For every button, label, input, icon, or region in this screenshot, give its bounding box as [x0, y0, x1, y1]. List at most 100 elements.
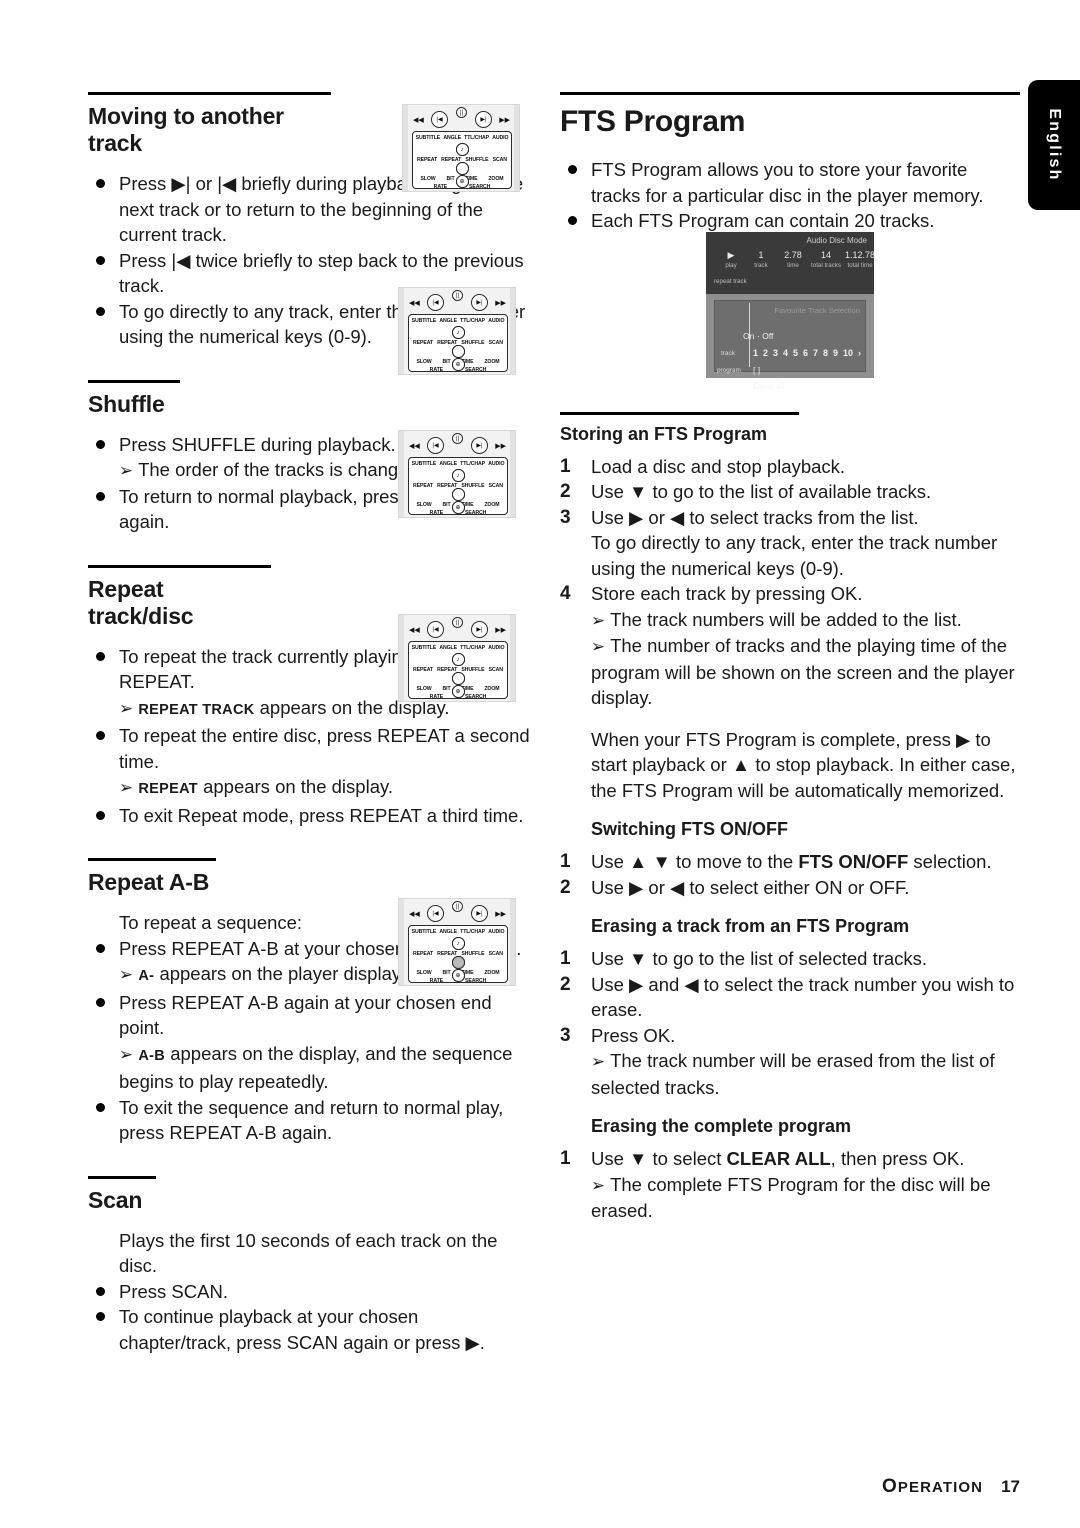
remote-transport-row: ◀◀ |◀ || ▶| ▶▶	[407, 290, 507, 314]
remote-edge-left	[403, 105, 408, 191]
tv-field-key: time	[787, 262, 799, 269]
arrow-icon: ➢	[119, 1044, 134, 1064]
audio-button[interactable]: ♪	[451, 937, 465, 950]
tv-field-value: 1	[758, 250, 764, 260]
list-item: 4 Store each track by pressing OK.	[560, 581, 1020, 607]
prev-track-button[interactable]: |◀	[427, 905, 444, 922]
remote-edge-right	[510, 615, 515, 701]
label-audio: AUDIO	[488, 644, 505, 651]
scan-button[interactable]	[451, 488, 465, 501]
tv-field-key: total time	[847, 262, 873, 269]
list-item-text: To continue playback at your chosen chap…	[119, 1306, 485, 1353]
list-item: 1 Use ▲ ▼ to move to the FTS ON/OFF sele…	[560, 849, 1020, 875]
bullet-icon	[96, 1286, 105, 1296]
prev-track-button[interactable]: |◀	[427, 437, 444, 454]
list-item-text-tail: , then press OK.	[830, 1148, 965, 1169]
bullet-icon	[568, 216, 577, 225]
next-track-button[interactable]: ▶|	[471, 621, 488, 638]
track-number[interactable]: 7	[813, 348, 818, 358]
remote-top-labels: SUBTITLE ANGLE TTL/CHAP AUDIO	[410, 643, 506, 652]
list-item: 1 Use ▼ to select CLEAR ALL, then press …	[560, 1146, 1020, 1172]
display-indicator-label: REPEAT TRACK	[138, 701, 255, 718]
arrow-icon: ➢	[591, 637, 606, 656]
forward-icon: ▶▶	[499, 117, 510, 124]
page-number: 17	[1001, 1477, 1020, 1496]
remote-shuffle: ◀◀ |◀ || ▶| ▶▶ SUBTITLE ANGLE TTL/CHAP A…	[398, 287, 516, 375]
remote-edge-right	[510, 899, 515, 985]
next-track-button[interactable]: ▶|	[471, 905, 488, 922]
list-item-text: Use ▼ to go to the list of available tra…	[591, 481, 932, 502]
bullet-icon	[96, 1102, 105, 1112]
next-track-button[interactable]: ▶|	[471, 437, 488, 454]
tv-track-list[interactable]: 1 2 3 4 5 6 7 8 9 10 ›	[753, 348, 861, 358]
label-slow: SLOW	[416, 970, 432, 976]
fts-on-off-selector[interactable]: On · Off	[743, 331, 773, 341]
pause-button[interactable]: ||	[452, 433, 463, 444]
remote-edge-left	[399, 615, 404, 701]
list-item: Press SCAN.	[88, 1279, 533, 1305]
tv-field-time: 2.78 time	[778, 250, 808, 270]
prev-track-button[interactable]: |◀	[427, 294, 444, 311]
block-fts-intro: FTS Program allows you to store your fav…	[560, 157, 1020, 234]
scan-button[interactable]	[451, 345, 465, 358]
scan-button[interactable]	[451, 672, 465, 685]
remote-keypad-panel: SUBTITLE ANGLE TTL/CHAP AUDIO ★ ▶ T·C ♪ …	[408, 641, 508, 700]
list-item: 1 Use ▼ to go to the list of selected tr…	[560, 946, 1020, 972]
track-number[interactable]: 8	[823, 348, 828, 358]
label-search: SEARCH	[469, 184, 491, 190]
track-number[interactable]: 5	[793, 348, 798, 358]
forward-icon: ▶▶	[495, 443, 506, 450]
label-search: SEARCH	[465, 978, 487, 984]
tv-field-key: play	[725, 262, 737, 269]
bullet-icon	[96, 439, 105, 449]
track-number[interactable]: 1	[753, 348, 758, 358]
next-track-button[interactable]: ▶|	[475, 111, 492, 128]
list-item-text: Use ▼ to go to the list of selected trac…	[591, 948, 928, 969]
track-number[interactable]: 10	[843, 348, 853, 358]
audio-button[interactable]: ♪	[451, 653, 465, 666]
prev-track-button[interactable]: |◀	[431, 111, 448, 128]
audio-button[interactable]: ♪	[455, 143, 469, 156]
remote-transport-row: ◀◀ |◀ || ▶| ▶▶	[407, 617, 507, 641]
step-number: 4	[560, 583, 571, 604]
track-number[interactable]: 9	[833, 348, 838, 358]
remote-repeat-ab: ◀◀ |◀ || ▶| ▶▶ SUBTITLE ANGLE TTL/CHAP A…	[398, 614, 516, 702]
pause-button[interactable]: ||	[456, 107, 467, 118]
static-text: To go directly to any track, enter the t…	[591, 532, 998, 579]
tv-field-track: 1 track	[748, 250, 774, 270]
label-repeat: REPEAT	[413, 483, 434, 489]
chevron-right-icon[interactable]: ›	[858, 348, 861, 358]
label-zoom: ZOOM	[484, 686, 500, 692]
remote-edge-left	[399, 431, 404, 517]
label-angle: ANGLE	[439, 928, 457, 935]
tv-field-value: 2.78	[784, 250, 802, 260]
track-number[interactable]: 3	[773, 348, 778, 358]
pause-button[interactable]: ||	[452, 290, 463, 301]
display-indicator-label: A-B	[138, 1047, 166, 1064]
track-number[interactable]: 6	[803, 348, 808, 358]
list-item-text: Each FTS Program can contain 20 tracks.	[591, 210, 935, 231]
list-item-text-tail: selection.	[908, 851, 992, 872]
prev-track-button[interactable]: |◀	[427, 621, 444, 638]
audio-button[interactable]: ♪	[451, 326, 465, 339]
label-search: SEARCH	[465, 694, 487, 700]
tv-field-key: track	[754, 262, 768, 269]
scan-button[interactable]	[455, 162, 469, 175]
heading-storing-an-fts-program: Storing an FTS Program	[560, 411, 799, 445]
track-number[interactable]: 4	[783, 348, 788, 358]
clear-all-option[interactable]: Clear all	[753, 381, 785, 391]
pause-button[interactable]: ||	[452, 901, 463, 912]
list-item-text: Press OK.	[591, 1024, 676, 1046]
scan-button[interactable]	[451, 956, 465, 969]
next-track-button[interactable]: ▶|	[471, 294, 488, 311]
pause-button[interactable]: ||	[452, 617, 463, 628]
heading-erasing-a-track: Erasing a track from an FTS Program	[591, 916, 910, 936]
tv-panel-title: Favourite Track Selection	[774, 306, 860, 315]
heading-scan: Scan	[88, 1175, 156, 1214]
block-erasing-complete: 1 Use ▼ to select CLEAR ALL, then press …	[560, 1146, 1020, 1224]
track-number[interactable]: 2	[763, 348, 768, 358]
tv-program-row-label: program	[717, 367, 741, 374]
audio-button[interactable]: ♪	[451, 469, 465, 482]
note-row: ➢ REPEAT appears on the display.	[88, 774, 533, 803]
note-text: The number of tracks and the playing tim…	[591, 635, 1015, 708]
